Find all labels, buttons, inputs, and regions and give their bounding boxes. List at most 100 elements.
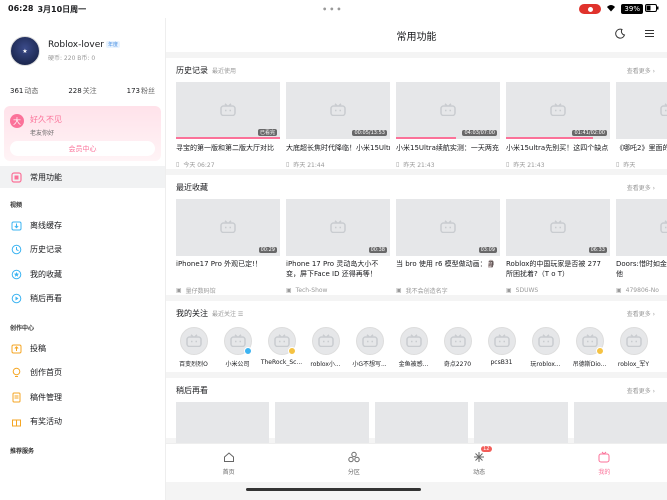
- channels-icon: [348, 451, 360, 465]
- followed-user[interactable]: pcsB31: [484, 327, 519, 368]
- bilibili-tv-icon: [660, 101, 667, 120]
- page-title: 常用功能: [396, 31, 437, 43]
- user-name: pcsB31: [490, 359, 513, 366]
- followed-user[interactable]: roblox小...: [308, 327, 343, 368]
- favorites-section: 最近收藏 查看更多 › 00:29 iPhone17 Pro 外观已定!！ ▣ 量仔数…: [166, 175, 667, 295]
- favorite-card[interactable]: 06:33 Roblox的中国玩家是否被 277 所困扰着?（T o T） ▣ SDU…: [506, 199, 610, 295]
- video-title: Roblox的中国玩家是否被 277 所困扰着?（T o T）: [506, 260, 602, 278]
- up-icon: ▣: [176, 286, 182, 294]
- history-card[interactable]: 已看完 寻宝的第一版和第二版大厅对比 ▯ 今天 06:27: [176, 82, 280, 169]
- bilibili-tv-icon: [330, 218, 346, 237]
- follows-more-link[interactable]: 查看更多 ›: [627, 309, 655, 318]
- favorites-more-link[interactable]: 查看更多 ›: [627, 183, 655, 192]
- sidebar-item-manage[interactable]: 稿件管理: [0, 385, 165, 410]
- default-avatar-icon: [229, 332, 246, 351]
- tab-channels[interactable]: 分区: [291, 444, 416, 482]
- dynamic-badge: 12: [481, 446, 492, 452]
- profile-name: Roblox-lover: [48, 40, 104, 50]
- favorite-card[interactable]: 00:38 iPhone 17 Pro 灵动岛大小不变，屏下Face ID 还得再…: [286, 199, 390, 295]
- watch-progress-bar: [176, 137, 280, 139]
- menu-icon[interactable]: [644, 28, 655, 42]
- history-card[interactable]: 04:03/07:00 小米15Ultra续航实测：一天两充 ▯ 昨天 21:43: [396, 82, 500, 169]
- avatar: [355, 327, 384, 355]
- user-name: TheRock_Sc...: [260, 359, 303, 366]
- duration-label: 03:09: [478, 247, 497, 253]
- gift-icon: [10, 416, 22, 428]
- followed-user[interactable]: 百变烈烈O: [176, 327, 211, 368]
- followed-user[interactable]: 小米公司: [220, 327, 255, 368]
- sidebar-item-common[interactable]: 常用功能: [0, 166, 165, 188]
- history-more-link[interactable]: 查看更多 ›: [627, 66, 655, 75]
- vip-promo-card[interactable]: 大 好久不见 老友你好 会员中心: [4, 106, 161, 161]
- followed-user[interactable]: TheRock_Sc...: [261, 327, 302, 368]
- sidebar-item-offline-cache[interactable]: 离线缓存: [0, 213, 165, 238]
- sidebar-item-events[interactable]: 有奖活动: [0, 410, 165, 435]
- stat-dynamics[interactable]: 361动态: [10, 86, 38, 96]
- section-recommend-heading: 推荐服务: [10, 448, 35, 455]
- followed-user[interactable]: 玩roblox...: [528, 327, 563, 368]
- stat-following[interactable]: 228关注: [68, 86, 96, 96]
- sidebar-item-favorites[interactable]: 我的收藏: [0, 262, 165, 287]
- watchlater-more-link[interactable]: 查看更多 ›: [627, 386, 655, 395]
- video-thumbnail: 03:09: [396, 199, 500, 256]
- followed-user[interactable]: 金鱼被感...: [396, 327, 431, 368]
- video-thumbnail: 04:03/07:00: [396, 82, 500, 139]
- followed-user[interactable]: roblox_军Y: [616, 327, 651, 368]
- stat-followers[interactable]: 173粉丝: [127, 86, 155, 96]
- video-thumbnail: [616, 199, 667, 256]
- grid-icon: [10, 171, 22, 183]
- vip-center-button[interactable]: 会员中心: [10, 141, 155, 156]
- home-indicator[interactable]: [246, 488, 421, 491]
- followed-user[interactable]: 小G不想写...: [352, 327, 387, 368]
- clock-icon: [10, 244, 22, 256]
- profile-header[interactable]: ★ Roblox-lover 年度 硬币: 220 B币: 0: [0, 18, 165, 66]
- bottom-tab-bar: 首页 分区 12 动态 我的: [166, 443, 667, 482]
- status-time: 06:28: [8, 3, 34, 13]
- followed-user[interactable]: 吊德斯Dio...: [572, 327, 607, 368]
- video-title: 寻宝的第一版和第二版大厅对比: [176, 144, 274, 152]
- bilibili-tv-icon: [660, 218, 667, 237]
- favorite-card[interactable]: 03:09 当 bro 使用 r6 模型做动画：🗿 ▣ 我不会创造名字: [396, 199, 500, 295]
- watch-progress-bar: [396, 137, 457, 139]
- favorite-card[interactable]: Doors:惜时如金 Rooms 中的其他 ▣479806-No: [616, 199, 667, 295]
- video-thumbnail: 00:05/13:53: [286, 82, 390, 139]
- sidebar-item-upload[interactable]: 投稿: [0, 336, 165, 361]
- avatar: [619, 327, 648, 355]
- upload-icon: [10, 342, 22, 354]
- user-name: 玩roblox...: [530, 361, 561, 368]
- uploader: ▣ SDUWS: [506, 286, 539, 294]
- watch-time: ▯ 今天 06:27: [176, 160, 215, 169]
- avatar: [531, 327, 560, 355]
- duration-label: 00:29: [258, 247, 277, 253]
- sidebar: ★ Roblox-lover 年度 硬币: 220 B币: 0 361动态 228…: [0, 18, 166, 500]
- battery-icon: [644, 4, 659, 14]
- sidebar-item-history[interactable]: 历史记录: [0, 238, 165, 263]
- avatar: [443, 327, 472, 355]
- default-avatar-icon: [405, 332, 422, 351]
- user-name: 奇点2270: [443, 361, 472, 368]
- history-card[interactable]: 01:41/02:00 小米15ultra先别买！这四个缺点 ▯ 昨天 21:43: [506, 82, 610, 169]
- device-icon: ▯: [286, 160, 290, 168]
- follows-sub[interactable]: 最近关注 ☰: [212, 311, 243, 318]
- favorite-card[interactable]: 00:29 iPhone17 Pro 外观已定!！ ▣ 量仔数码馆: [176, 199, 280, 295]
- video-thumbnail: 06:33: [506, 199, 610, 256]
- avatar[interactable]: ★: [10, 36, 40, 66]
- followed-user[interactable]: 奇点2270: [440, 327, 475, 368]
- history-card[interactable]: 00:05/13:53 大底超长焦时代降临！小米15Ultra ▯ 昨天 21:44: [286, 82, 390, 169]
- screen-record-icon[interactable]: [579, 4, 602, 14]
- tab-mine[interactable]: 我的: [542, 444, 667, 482]
- top-bar: 常用功能: [166, 18, 667, 52]
- sidebar-item-watch-later[interactable]: 稍后再看: [0, 287, 165, 312]
- avatar: [311, 327, 340, 355]
- multitask-dots-icon[interactable]: •••: [322, 5, 343, 14]
- video-thumbnail: 00:29: [176, 199, 280, 256]
- section-create-heading: 创作中心: [10, 325, 35, 332]
- night-mode-icon[interactable]: [615, 28, 626, 42]
- tab-home[interactable]: 首页: [166, 444, 291, 482]
- watch-progress-bar: [506, 137, 594, 139]
- device-icon: ▯: [176, 160, 180, 168]
- sidebar-item-creator-home[interactable]: 创作首页: [0, 361, 165, 386]
- verified-badge-icon: [287, 347, 296, 355]
- tab-dynamic[interactable]: 12 动态: [417, 444, 542, 482]
- history-card[interactable]: 《哪吒2》里面的… ▯昨天: [616, 82, 667, 169]
